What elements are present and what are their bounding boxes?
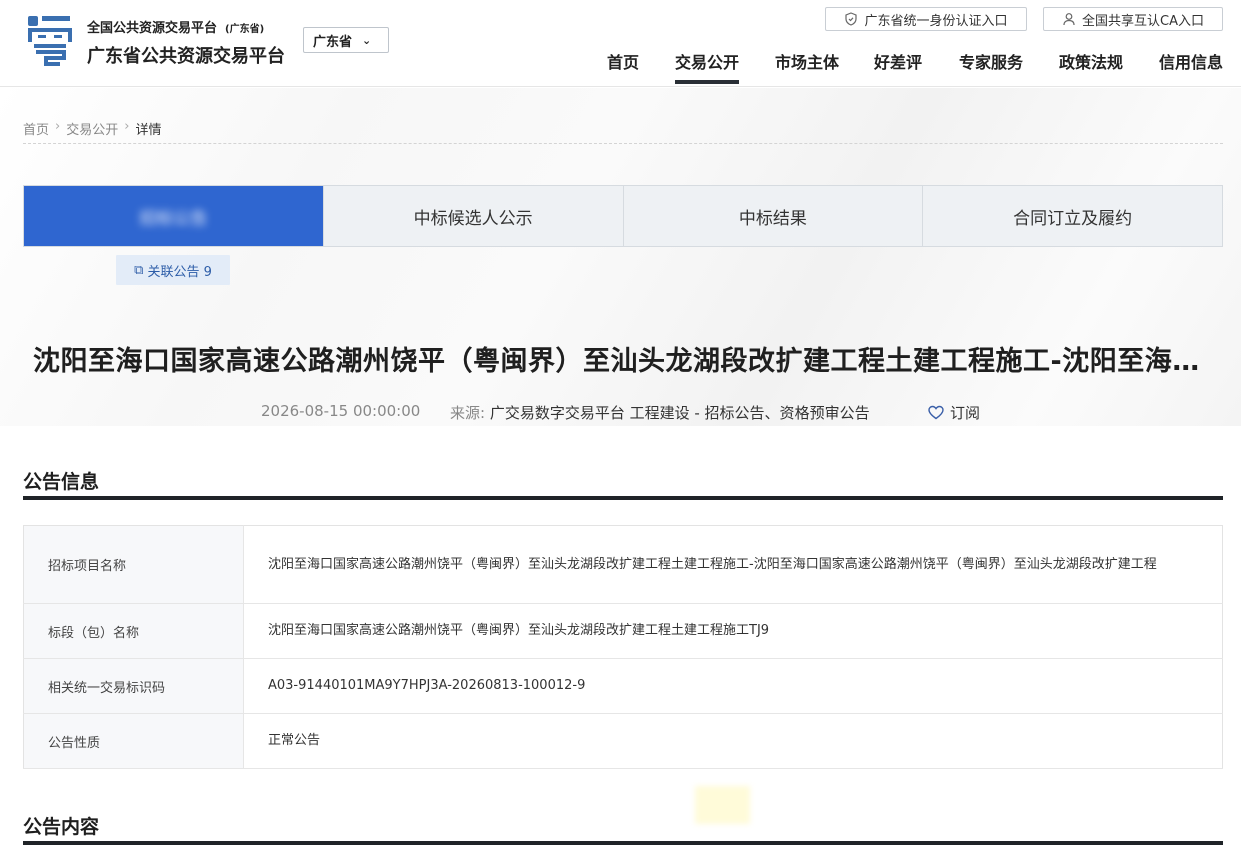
row-value: A03-91440101MA9Y7HPJ3A-20260813-100012-9	[243, 658, 1223, 714]
tab-candidate-notice[interactable]: 中标候选人公示	[322, 186, 623, 246]
publish-date: 2026-08-15 00:00:00	[261, 402, 421, 420]
row-key: 招标项目名称	[23, 525, 244, 604]
tab-tender-notice-label: 招标公告	[139, 208, 208, 229]
section-heading-content: 公告内容	[23, 816, 100, 838]
tab-contract[interactable]: 合同订立及履约	[922, 186, 1222, 246]
highlight-mark	[695, 786, 750, 824]
ca-entry-label: 全国共享互认CA入口	[1082, 13, 1204, 29]
nav-review[interactable]: 好差评	[874, 49, 922, 73]
breadcrumb-separator-icon: ›	[55, 119, 61, 134]
tab-candidate-notice-label: 中标候选人公示	[413, 208, 533, 229]
brand-top-text: 全国公共资源交易平台	[87, 21, 218, 36]
tab-bid-result[interactable]: 中标结果	[622, 186, 923, 246]
row-key: 标段（包）名称	[23, 603, 244, 659]
row-value: 沈阳至海口国家高速公路潮州饶平（粤闽界）至汕头龙湖段改扩建工程土建工程施工-沈阳…	[243, 525, 1223, 604]
nav-market-subject[interactable]: 市场主体	[775, 49, 839, 73]
table-row: 标段（包）名称 沈阳至海口国家高速公路潮州饶平（粤闽界）至汕头龙湖段改扩建工程土…	[23, 603, 1223, 659]
row-value: 沈阳至海口国家高速公路潮州饶平（粤闽界）至汕头龙湖段改扩建工程土建工程施工TJ9	[243, 603, 1223, 659]
tab-contract-label: 合同订立及履约	[1013, 208, 1133, 229]
identity-auth-button[interactable]: 广东省统一身份认证入口	[825, 7, 1027, 31]
tab-bid-result-label: 中标结果	[738, 208, 807, 229]
heart-icon	[928, 405, 944, 420]
site-header: 全国公共资源交易平台 (广东省) 广东省公共资源交易平台 广东省 ⌄ 广东省统一身…	[0, 0, 1241, 87]
row-key: 相关统一交易标识码	[23, 658, 244, 714]
main-nav: 首页 交易公开 市场主体 好差评 专家服务 政策法规 信用信息	[0, 47, 1241, 87]
chevron-down-icon: ⌄	[362, 33, 372, 47]
related-notices-button[interactable]: ⧉ 关联公告 9	[116, 255, 230, 285]
breadcrumb-home[interactable]: 首页	[23, 119, 49, 138]
nav-expert-service[interactable]: 专家服务	[959, 49, 1023, 73]
tab-tender-notice[interactable]: 招标公告	[24, 186, 323, 246]
subscribe-label: 订阅	[950, 404, 981, 422]
page-title: 沈阳至海口国家高速公路潮州饶平（粤闽界）至汕头龙湖段改扩建工程土建工程施工-沈阳…	[33, 346, 1213, 377]
stage-tabs: 招标公告 中标候选人公示 中标结果 合同订立及履约	[23, 185, 1223, 247]
subscribe-button[interactable]: 订阅	[928, 402, 980, 423]
notice-info-table: 招标项目名称 沈阳至海口国家高速公路潮州饶平（粤闽界）至汕头龙湖段改扩建工程土建…	[23, 525, 1223, 769]
identity-auth-label: 广东省统一身份认证入口	[864, 13, 1008, 29]
breadcrumb-trade-public[interactable]: 交易公开	[66, 119, 118, 138]
section-heading-info: 公告信息	[23, 471, 100, 493]
section-divider	[23, 841, 1223, 845]
row-value: 正常公告	[243, 713, 1223, 769]
brand-subtitle: 全国公共资源交易平台 (广东省)	[87, 17, 264, 36]
table-row: 相关统一交易标识码 A03-91440101MA9Y7HPJ3A-2026081…	[23, 658, 1223, 714]
copy-icon: ⧉	[134, 262, 144, 278]
notice-meta: 2026-08-15 00:00:00 来源: 广交易数字交易平台 工程建设 -…	[0, 402, 1241, 424]
ca-entry-button[interactable]: 全国共享互认CA入口	[1043, 7, 1223, 31]
breadcrumb: 首页 › 交易公开 › 详情	[23, 119, 161, 138]
table-row: 招标项目名称 沈阳至海口国家高速公路潮州饶平（粤闽界）至汕头龙湖段改扩建工程土建…	[23, 525, 1223, 604]
source-value: 广交易数字交易平台 工程建设 - 招标公告、资格预审公告	[489, 404, 870, 422]
source: 来源: 广交易数字交易平台 工程建设 - 招标公告、资格预审公告	[450, 402, 870, 423]
divider	[23, 143, 1223, 144]
breadcrumb-separator-icon: ›	[124, 119, 130, 134]
user-icon	[1063, 13, 1075, 26]
related-notices-label: 关联公告 9	[147, 264, 212, 280]
section-divider	[23, 496, 1223, 500]
nav-trade-public[interactable]: 交易公开	[675, 49, 740, 84]
shield-icon	[845, 12, 858, 26]
brand-top-note: (广东省)	[225, 24, 265, 35]
source-label: 来源:	[450, 404, 486, 422]
nav-policy[interactable]: 政策法规	[1059, 49, 1123, 73]
nav-home[interactable]: 首页	[607, 49, 639, 73]
breadcrumb-current: 详情	[135, 123, 162, 138]
nav-credit[interactable]: 信用信息	[1159, 49, 1223, 73]
table-row: 公告性质 正常公告	[23, 713, 1223, 769]
row-key: 公告性质	[23, 713, 244, 769]
